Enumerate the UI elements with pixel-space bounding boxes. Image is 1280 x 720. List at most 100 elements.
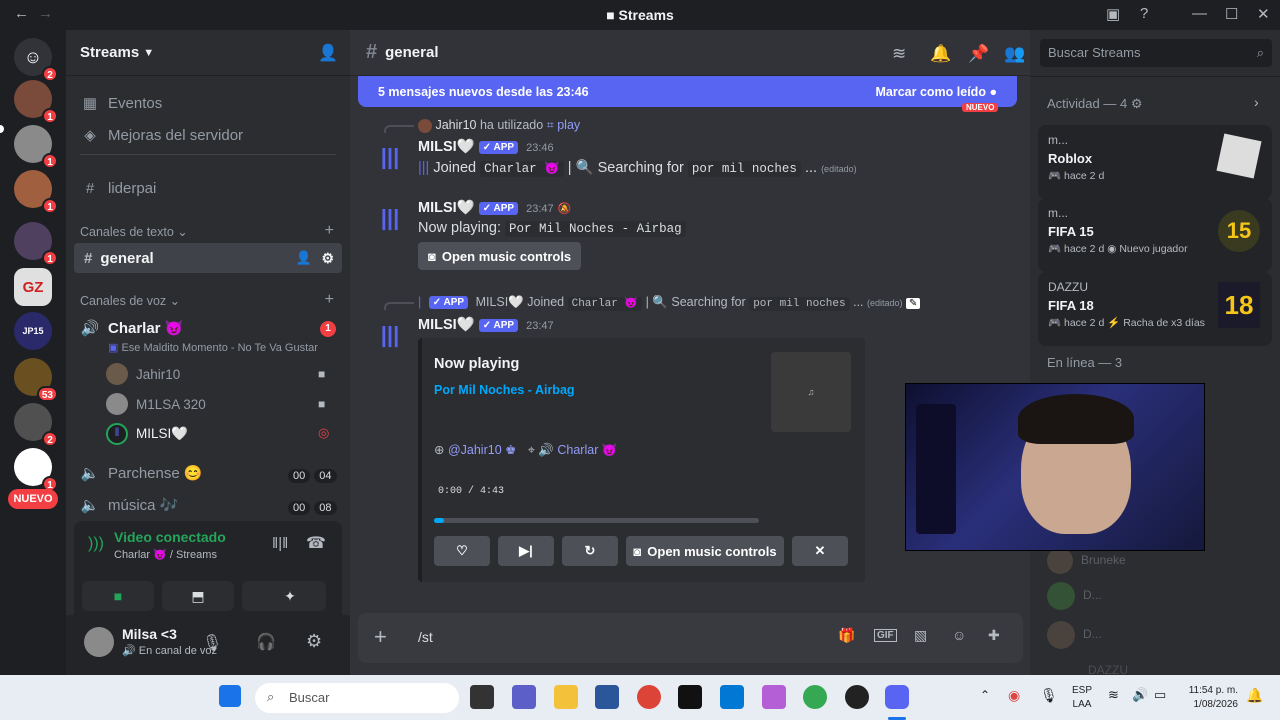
online-user[interactable]: D... bbox=[1047, 621, 1102, 649]
voice-status[interactable]: Video conectado bbox=[114, 529, 226, 545]
tray-app-icon[interactable]: ◉ bbox=[1008, 687, 1020, 704]
taskbar-search[interactable]: ⌕ Buscar bbox=[255, 683, 459, 713]
obs-icon[interactable] bbox=[845, 685, 869, 709]
store-icon[interactable] bbox=[720, 685, 744, 709]
copilot-icon[interactable] bbox=[762, 685, 786, 709]
members-icon[interactable]: 👥 bbox=[1004, 44, 1025, 64]
server-avatar[interactable]: 1 bbox=[14, 170, 58, 214]
bot-avatar[interactable]: ||| bbox=[370, 137, 410, 177]
word-icon[interactable] bbox=[595, 685, 619, 709]
reply-reference[interactable]: | ✓ APP MILSI🤍 Joined Charlar 😈 | 🔍 Sear… bbox=[418, 295, 921, 311]
like-button[interactable]: ♡ bbox=[434, 536, 490, 566]
activity-card[interactable]: DAZZU FIFA 18 🎮 hace 2 d ⚡ Racha de x3 d… bbox=[1038, 272, 1272, 346]
server-avatar[interactable]: 1 bbox=[14, 80, 58, 124]
voice-user[interactable]: ‖ MILSI🤍 bbox=[106, 423, 188, 445]
settings-gear-icon[interactable]: ⚙ bbox=[306, 631, 322, 652]
add-channel-icon[interactable]: + bbox=[325, 222, 334, 240]
online-user[interactable]: Bruneke bbox=[1047, 548, 1126, 574]
voice-channel-charlar[interactable]: 🔊 Charlar 😈 bbox=[80, 319, 184, 337]
author-name[interactable]: MILSI🤍 bbox=[418, 200, 475, 216]
user-name[interactable]: Milsa <3 bbox=[122, 626, 177, 642]
pin-icon[interactable]: 📌 bbox=[968, 44, 989, 64]
soundboard-button[interactable]: ✦ bbox=[254, 581, 326, 611]
message-input-box[interactable]: + /st 🎁 GIF ▧ ☺ ✚ bbox=[358, 613, 1023, 663]
author-name[interactable]: MILSI🤍 bbox=[418, 139, 475, 155]
apps-icon[interactable]: ✚ bbox=[988, 627, 1000, 644]
add-attachment-icon[interactable]: + bbox=[374, 624, 387, 650]
message-input[interactable]: /st bbox=[418, 629, 433, 645]
server-header[interactable]: Streams ▼ 👤 bbox=[66, 30, 350, 76]
events-item[interactable]: ▦ Eventos bbox=[80, 94, 162, 113]
server-avatar[interactable]: 53 bbox=[14, 358, 58, 402]
noise-suppression-icon[interactable]: ‖|‖ bbox=[272, 535, 288, 552]
open-music-controls-button[interactable]: ◙ Open music controls bbox=[418, 242, 582, 270]
server-avatar[interactable]: 1 bbox=[14, 125, 58, 169]
text-category[interactable]: Canales de texto ⌄ bbox=[80, 224, 188, 239]
online-user[interactable]: D... bbox=[1047, 582, 1102, 610]
activity-card[interactable]: m... Roblox 🎮 hace 2 d bbox=[1038, 125, 1272, 199]
discord-taskbar-icon[interactable] bbox=[885, 685, 909, 709]
microphone-tray-icon[interactable]: 🎙 bbox=[1040, 687, 1058, 704]
requester-mention[interactable]: @Jahir10 ♚ bbox=[448, 443, 516, 457]
camera-button[interactable]: ■ bbox=[82, 581, 154, 611]
skip-button[interactable]: ▶| bbox=[498, 536, 554, 566]
screen-share-button[interactable]: ⬒ bbox=[162, 581, 234, 611]
discord-home-icon[interactable]: ☺ 2 bbox=[14, 38, 58, 82]
server-avatar[interactable]: 2 bbox=[14, 403, 58, 447]
battery-icon[interactable]: ▭ bbox=[1154, 687, 1166, 703]
clock[interactable]: 11:54 p. m. 1/08/2026 bbox=[1180, 684, 1238, 712]
search-input[interactable]: Buscar Streams ⌕ bbox=[1040, 39, 1272, 67]
minimize-icon[interactable]: — bbox=[1192, 5, 1207, 22]
microphone-icon[interactable]: 🎙 bbox=[202, 633, 222, 653]
bot-avatar[interactable]: ||| bbox=[370, 315, 410, 355]
app-icon[interactable] bbox=[678, 685, 702, 709]
add-friend-icon[interactable]: 👤 bbox=[318, 43, 338, 63]
server-avatar[interactable]: 1 bbox=[14, 448, 58, 492]
gif-icon[interactable]: GIF bbox=[874, 629, 897, 642]
notification-bell-icon[interactable]: 🔔 bbox=[1246, 687, 1263, 704]
voice-user[interactable]: M1LSA 320 bbox=[106, 393, 206, 415]
server-avatar[interactable]: 1 bbox=[14, 222, 58, 266]
activity-card[interactable]: m... FIFA 15 🎮 hace 2 d ◉ Nuevo jugador … bbox=[1038, 198, 1272, 272]
embed-song-link[interactable]: Por Mil Noches - Airbag bbox=[434, 383, 575, 397]
gear-icon[interactable]: ⚙ bbox=[321, 250, 334, 267]
chrome-profile-icon[interactable] bbox=[803, 685, 827, 709]
progress-track[interactable] bbox=[434, 518, 759, 523]
invite-icon[interactable]: 👤 bbox=[296, 250, 312, 266]
add-channel-icon[interactable]: + bbox=[325, 291, 334, 309]
stop-button[interactable]: ✕ bbox=[792, 536, 848, 566]
channel-general[interactable]: # general 👤 ⚙ bbox=[74, 243, 342, 273]
windows-start-icon[interactable] bbox=[219, 685, 241, 707]
disconnect-icon[interactable]: ☎ bbox=[306, 533, 326, 553]
author-name[interactable]: MILSI🤍 bbox=[418, 317, 475, 333]
signal-icon[interactable]: ))) bbox=[88, 535, 104, 553]
language-indicator[interactable]: ESP LAA bbox=[1072, 684, 1092, 712]
sticker-icon[interactable]: ▧ bbox=[914, 627, 927, 644]
open-music-controls-button[interactable]: ◙ Open music controls bbox=[626, 536, 784, 566]
voice-channel-name[interactable]: Charlar 😈 / Streams bbox=[114, 548, 217, 561]
chevron-right-icon[interactable]: › bbox=[1254, 94, 1259, 110]
voice-channel-parchense[interactable]: 🔈 Parchense 😊 bbox=[80, 464, 203, 482]
chevron-up-icon[interactable]: ⌃ bbox=[980, 688, 990, 702]
gift-icon[interactable]: 🎁 bbox=[838, 627, 855, 644]
channel-liderpai[interactable]: # liderpai bbox=[80, 180, 157, 197]
gear-icon[interactable]: ⚙ bbox=[1131, 96, 1143, 111]
chrome-icon[interactable] bbox=[637, 685, 661, 709]
server-gz[interactable]: GZ bbox=[14, 268, 52, 306]
slash-command[interactable]: ⌗ play bbox=[547, 118, 580, 132]
new-messages-bar[interactable]: 5 mensajes nuevos desde las 23:46 Marcar… bbox=[358, 76, 1017, 107]
task-view-icon[interactable] bbox=[470, 685, 494, 709]
teams-icon[interactable] bbox=[512, 685, 536, 709]
voice-category[interactable]: Canales de voz ⌄ bbox=[80, 293, 180, 308]
emoji-icon[interactable]: ☺ bbox=[952, 627, 966, 643]
bell-icon[interactable]: 🔔 bbox=[930, 44, 951, 64]
mark-read-button[interactable]: Marcar como leído ● bbox=[876, 85, 998, 99]
avatar[interactable] bbox=[84, 627, 114, 657]
volume-icon[interactable]: 🔊 bbox=[1132, 687, 1148, 703]
inbox-icon[interactable]: ▣ bbox=[1106, 5, 1120, 23]
boosts-item[interactable]: ◈ Mejoras del servidor bbox=[80, 126, 243, 145]
reply-reference[interactable]: Jahir10 ha utilizado ⌗ play bbox=[418, 118, 580, 133]
loop-button[interactable]: ↻ bbox=[562, 536, 618, 566]
maximize-icon[interactable]: ☐ bbox=[1225, 5, 1238, 23]
channel-mention[interactable]: 🔊 Charlar 😈 bbox=[538, 443, 617, 457]
